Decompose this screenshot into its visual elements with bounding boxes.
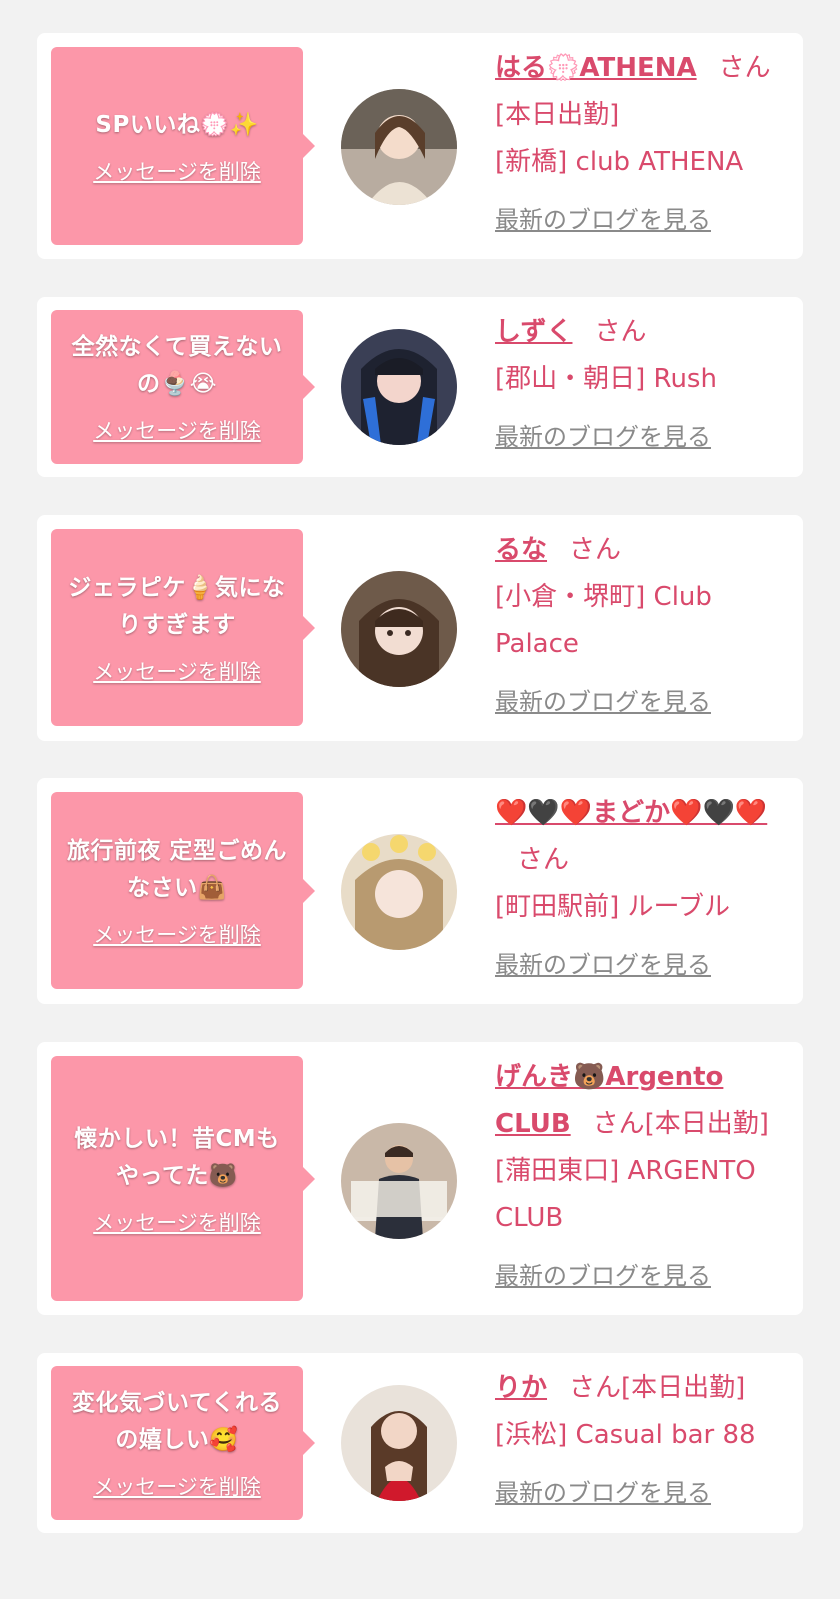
cast-name-link[interactable]: はる💮ATHENA [495,53,697,83]
message-card: 旅行前夜 定型ごめんなさい👜 メッセージを削除 ❤️🖤❤️まどか❤️🖤❤️ さん … [37,778,803,1004]
avatar[interactable] [341,1385,457,1501]
message-bubble: ジェラピケ🍦気になりすぎます メッセージを削除 [51,529,315,726]
message-card: SPいいね💮✨ メッセージを削除 はる💮ATHENA さん[本日出勤] [新橋] … [37,33,803,259]
delete-message-link[interactable]: メッセージを削除 [93,1471,261,1501]
honorific-status: さん[本日出勤] [569,1373,746,1403]
store-label: [新橋] club ATHENA [495,147,744,177]
delete-message-link[interactable]: メッセージを削除 [93,1207,261,1237]
message-text: 旅行前夜 定型ごめんなさい👜 [66,837,287,901]
store-label: [浜松] Casual bar 88 [495,1420,756,1450]
latest-blog-link[interactable]: 最新のブログを見る [495,682,711,722]
latest-blog-link[interactable]: 最新のブログを見る [495,1256,711,1296]
store-label: [町田駅前] ルーブル [495,892,730,922]
message-card: 懐かしい！昔CMもやってた🐻 メッセージを削除 げんき🐻Argento CLUB… [37,1042,803,1315]
latest-blog-link[interactable]: 最新のブログを見る [495,1473,711,1513]
message-text: 変化気づいてくれるの嬉しい🥰 [71,1390,283,1453]
message-bubble: 変化気づいてくれるの嬉しい🥰 メッセージを削除 [51,1366,315,1520]
latest-blog-link[interactable]: 最新のブログを見る [495,417,711,457]
message-bubble: SPいいね💮✨ メッセージを削除 [51,47,315,245]
cast-info: ❤️🖤❤️まどか❤️🖤❤️ さん [町田駅前] ルーブル 最新のブログを見る [495,790,791,989]
latest-blog-link[interactable]: 最新のブログを見る [495,200,711,240]
message-text: SPいいね💮✨ [95,111,259,138]
message-card: 全然なくて買えないの🍨😭 メッセージを削除 しずく さん [郡山・朝日] Rush… [37,297,803,477]
honorific-status: さん[本日出勤] [592,1109,769,1139]
store-label: [郡山・朝日] Rush [495,364,717,394]
cast-info: りか さん[本日出勤] [浜松] Casual bar 88 最新のブログを見る [495,1365,791,1517]
message-text: ジェラピケ🍦気になりすぎます [68,574,286,638]
avatar[interactable] [341,834,457,950]
cast-info: るな さん [小倉・堺町] Club Palace 最新のブログを見る [495,527,791,726]
message-text: 全然なくて買えないの🍨😭 [71,334,283,397]
store-label: [蒲田東口] ARGENTO CLUB [495,1156,756,1233]
message-card: ジェラピケ🍦気になりすぎます メッセージを削除 るな さん [小倉・堺町] Clu… [37,515,803,741]
delete-message-link[interactable]: メッセージを削除 [93,919,261,949]
delete-message-link[interactable]: メッセージを削除 [93,415,261,445]
cast-info: げんき🐻Argento CLUB さん[本日出勤] [蒲田東口] ARGENTO … [495,1054,791,1300]
cast-name-link[interactable]: しずく [495,317,572,347]
cast-name-link[interactable]: りか [495,1373,547,1403]
cast-info: しずく さん [郡山・朝日] Rush 最新のブログを見る [495,309,791,461]
delete-message-link[interactable]: メッセージを削除 [93,156,261,186]
cast-name-link[interactable]: ❤️🖤❤️まどか❤️🖤❤️ [495,798,767,828]
message-bubble: 懐かしい！昔CMもやってた🐻 メッセージを削除 [51,1056,315,1301]
delete-message-link[interactable]: メッセージを削除 [93,656,261,686]
message-bubble: 旅行前夜 定型ごめんなさい👜 メッセージを削除 [51,792,315,989]
avatar[interactable] [341,89,457,205]
latest-blog-link[interactable]: 最新のブログを見る [495,945,711,985]
cast-info: はる💮ATHENA さん[本日出勤] [新橋] club ATHENA 最新のブロ… [495,45,791,244]
avatar[interactable] [341,1123,457,1239]
honorific-status: さん [594,317,647,347]
avatar[interactable] [341,329,457,445]
avatar[interactable] [341,571,457,687]
message-text: 懐かしい！昔CMもやってた🐻 [74,1125,280,1189]
cast-name-link[interactable]: るな [495,535,547,565]
honorific-status: さん [569,535,622,565]
message-card: 変化気づいてくれるの嬉しい🥰 メッセージを削除 りか さん[本日出勤] [浜松] … [37,1353,803,1533]
honorific-status: さん [517,845,570,875]
message-bubble: 全然なくて買えないの🍨😭 メッセージを削除 [51,310,315,464]
store-label: [小倉・堺町] Club Palace [495,582,712,659]
